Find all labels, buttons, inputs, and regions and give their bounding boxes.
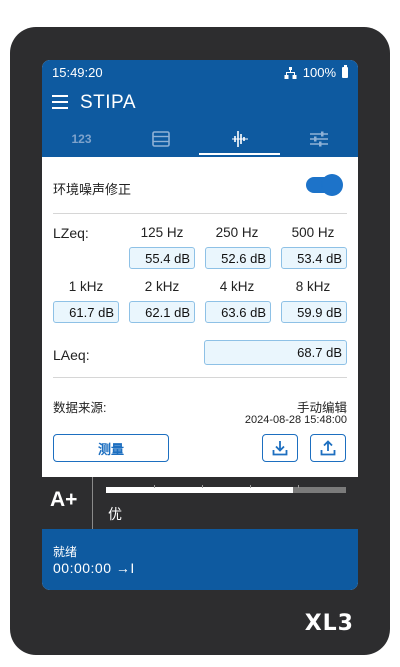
download-icon [272, 441, 288, 456]
active-tab-indicator [199, 153, 280, 155]
measure-button[interactable]: 测量 [53, 434, 169, 462]
tab-table[interactable] [121, 121, 200, 157]
status-time: 15:49:20 [52, 65, 103, 80]
tab-waveform[interactable] [199, 121, 280, 157]
upload-button[interactable] [310, 434, 346, 462]
rating-separator [92, 477, 93, 529]
laeq-value[interactable]: 68.7 dB [204, 340, 347, 365]
rating-grade: A+ [50, 488, 78, 511]
noise-correction-toggle[interactable] [306, 175, 342, 195]
table-list-icon [151, 131, 170, 147]
divider [53, 213, 347, 214]
band-2khz-label: 2 kHz [144, 279, 180, 294]
band-2khz-value[interactable]: 62.1 dB [129, 301, 195, 323]
band-4khz-label: 4 kHz [219, 279, 255, 294]
data-source-timestamp: 2024-08-28 15:48:00 [244, 414, 347, 426]
rating-word: 优 [108, 506, 122, 522]
band-8khz-value[interactable]: 59.9 dB [281, 301, 347, 323]
data-source-label: 数据来源: [53, 401, 107, 415]
laeq-label: LAeq: [53, 347, 90, 363]
tab-numeric[interactable]: 123 [42, 121, 121, 157]
band-250hz-label: 250 Hz [215, 225, 259, 240]
band-500hz-value[interactable]: 53.4 dB [281, 247, 347, 269]
app-bar: STIPA [42, 86, 358, 121]
upload-icon [320, 440, 336, 456]
lzeq-label: LZeq: [53, 225, 89, 241]
status-footer: 就绪 00:00:00 →I [42, 529, 358, 590]
status-bar: 15:49:20 100% [42, 60, 358, 86]
band-250hz-value[interactable]: 52.6 dB [205, 247, 271, 269]
band-1khz-value[interactable]: 61.7 dB [53, 301, 119, 323]
device-screen: 15:49:20 100% STIPA 123 环境噪声修正 LZeq: 125… [42, 60, 358, 590]
tab-settings[interactable] [279, 121, 358, 157]
toggle-knob [322, 175, 342, 195]
numeric-tab-icon: 123 [71, 132, 92, 146]
sliders-icon [309, 131, 328, 147]
device-model-label: XL3 [304, 611, 354, 636]
hamburger-menu-icon[interactable] [52, 95, 68, 109]
divider [53, 377, 347, 378]
battery-percent: 100% [302, 65, 336, 80]
rating-bar [106, 485, 346, 493]
rating-panel: A+ 优 [42, 477, 358, 529]
device-state: 就绪 [53, 545, 78, 559]
page-title: STIPA [80, 92, 136, 113]
band-8khz-label: 8 kHz [295, 279, 331, 294]
tab-bar: 123 [42, 121, 358, 157]
band-4khz-value[interactable]: 63.6 dB [205, 301, 271, 323]
band-125hz-label: 125 Hz [140, 225, 184, 240]
band-1khz-label: 1 kHz [68, 279, 104, 294]
rating-bar-fill [106, 487, 294, 493]
network-icon [284, 66, 297, 79]
download-button[interactable] [262, 434, 298, 462]
timer-readout: 00:00:00 →I [53, 560, 135, 576]
noise-correction-label: 环境噪声修正 [53, 182, 132, 197]
band-125hz-value[interactable]: 55.4 dB [129, 247, 195, 269]
waveform-icon [231, 131, 248, 147]
band-500hz-label: 500 Hz [291, 225, 335, 240]
battery-icon [342, 65, 348, 78]
